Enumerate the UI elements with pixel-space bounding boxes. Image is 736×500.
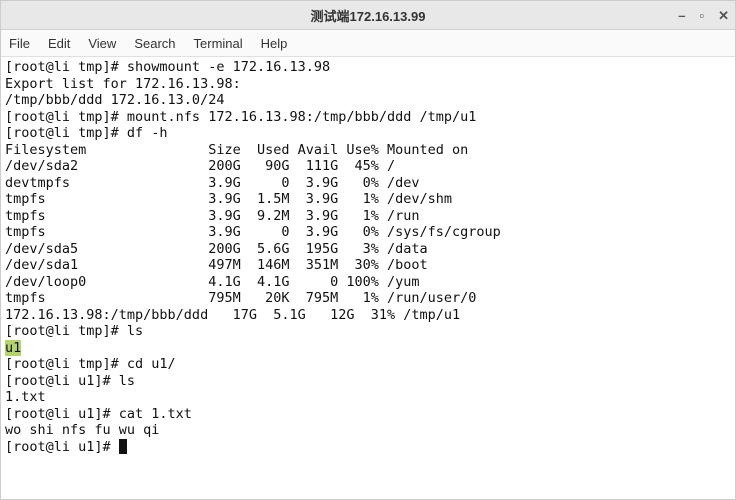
cursor bbox=[119, 439, 127, 454]
terminal-line: [root@li u1]# ls bbox=[5, 373, 731, 390]
menu-view[interactable]: View bbox=[88, 36, 116, 51]
terminal-line: u1 bbox=[5, 340, 731, 357]
terminal-line: 172.16.13.98:/tmp/bbb/ddd 17G 5.1G 12G 3… bbox=[5, 307, 731, 324]
menu-help[interactable]: Help bbox=[261, 36, 288, 51]
terminal-line: /tmp/bbb/ddd 172.16.13.0/24 bbox=[5, 92, 731, 109]
terminal-line: tmpfs 3.9G 9.2M 3.9G 1% /run bbox=[5, 208, 731, 225]
terminal-line: tmpfs 3.9G 0 3.9G 0% /sys/fs/cgroup bbox=[5, 224, 731, 241]
maximize-button[interactable]: ▫ bbox=[699, 9, 704, 22]
terminal-line: tmpfs 795M 20K 795M 1% /run/user/0 bbox=[5, 290, 731, 307]
terminal-line: 1.txt bbox=[5, 389, 731, 406]
menu-terminal[interactable]: Terminal bbox=[194, 36, 243, 51]
terminal-line: wo shi nfs fu wu qi bbox=[5, 422, 731, 439]
window-title: 测试端172.16.13.99 bbox=[311, 6, 426, 25]
menu-search[interactable]: Search bbox=[134, 36, 175, 51]
terminal-line: [root@li tmp]# ls bbox=[5, 323, 731, 340]
titlebar: 测试端172.16.13.99 – ▫ ✕ bbox=[1, 1, 735, 30]
terminal-line: [root@li tmp]# cd u1/ bbox=[5, 356, 731, 373]
terminal-line: [root@li tmp]# df -h bbox=[5, 125, 731, 142]
terminal-area[interactable]: [root@li tmp]# showmount -e 172.16.13.98… bbox=[1, 57, 735, 499]
ls-highlighted-entry: u1 bbox=[5, 340, 21, 356]
terminal-line: [root@li tmp]# showmount -e 172.16.13.98 bbox=[5, 59, 731, 76]
terminal-window: 测试端172.16.13.99 – ▫ ✕ File Edit View Sea… bbox=[0, 0, 736, 500]
terminal-line: Filesystem Size Used Avail Use% Mounted … bbox=[5, 142, 731, 159]
terminal-line: [root@li u1]# bbox=[5, 439, 731, 456]
menubar: File Edit View Search Terminal Help bbox=[1, 30, 735, 57]
terminal-line: tmpfs 3.9G 1.5M 3.9G 1% /dev/shm bbox=[5, 191, 731, 208]
window-controls: – ▫ ✕ bbox=[678, 1, 729, 29]
terminal-line: [root@li tmp]# mount.nfs 172.16.13.98:/t… bbox=[5, 109, 731, 126]
terminal-line: Export list for 172.16.13.98: bbox=[5, 76, 731, 93]
terminal-line: /dev/loop0 4.1G 4.1G 0 100% /yum bbox=[5, 274, 731, 291]
close-button[interactable]: ✕ bbox=[718, 9, 729, 22]
terminal-line: /dev/sda2 200G 90G 111G 45% / bbox=[5, 158, 731, 175]
terminal-line: /dev/sda5 200G 5.6G 195G 3% /data bbox=[5, 241, 731, 258]
minimize-button[interactable]: – bbox=[678, 9, 685, 22]
terminal-line: /dev/sda1 497M 146M 351M 30% /boot bbox=[5, 257, 731, 274]
menu-edit[interactable]: Edit bbox=[48, 36, 70, 51]
terminal-line: [root@li u1]# cat 1.txt bbox=[5, 406, 731, 423]
menu-file[interactable]: File bbox=[9, 36, 30, 51]
terminal-line: devtmpfs 3.9G 0 3.9G 0% /dev bbox=[5, 175, 731, 192]
